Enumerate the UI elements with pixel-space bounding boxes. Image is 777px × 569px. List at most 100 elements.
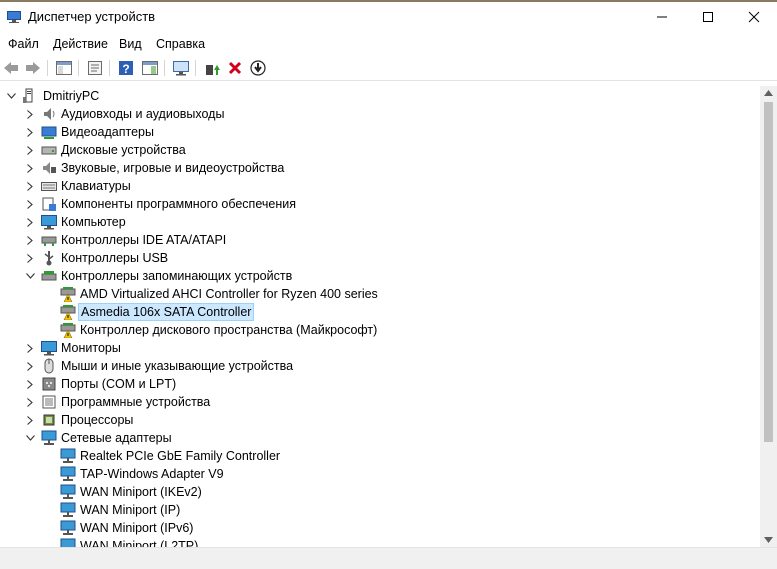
tree-item-label: Компьютер: [61, 215, 126, 229]
tree-device[interactable]: WAN Miniport (L2TP): [0, 537, 760, 547]
ide-controller-icon: [41, 236, 57, 246]
expand-chevron-icon[interactable]: [24, 141, 36, 159]
software-component-icon: [42, 197, 56, 211]
tree-item-label: Контроллер дискового пространства (Майкр…: [80, 323, 378, 337]
tree-category[interactable]: Сетевые адаптеры: [0, 429, 760, 447]
tree-item-label: WAN Miniport (IP): [80, 503, 181, 517]
expand-chevron-icon[interactable]: [24, 105, 36, 123]
menu-file[interactable]: Файл: [8, 37, 39, 51]
software-device-icon: [42, 395, 56, 409]
scan-hardware-button[interactable]: [172, 59, 190, 77]
expand-chevron-icon[interactable]: [24, 375, 36, 393]
expand-chevron-icon[interactable]: [24, 195, 36, 213]
expand-chevron-icon[interactable]: [24, 177, 36, 195]
back-button[interactable]: [2, 59, 20, 77]
toolbar-separator: [195, 60, 196, 76]
properties-icon: [88, 61, 102, 75]
tree-item-label: Компоненты программного обеспечения: [61, 197, 296, 211]
tree-category[interactable]: Клавиатуры: [0, 177, 760, 195]
network-adapter-icon: [60, 520, 76, 535]
window-title: Диспетчер устройств: [28, 9, 156, 24]
tree-category[interactable]: Видеоадаптеры: [0, 123, 760, 141]
toolbar-separator: [109, 60, 110, 76]
expand-chevron-icon[interactable]: [24, 357, 36, 375]
tree-category[interactable]: Контроллеры IDE ATA/ATAPI: [0, 231, 760, 249]
scroll-up-icon[interactable]: [764, 90, 773, 96]
tree-item-label: Дисковые устройства: [61, 143, 186, 157]
tree-device[interactable]: Контроллер дискового пространства (Майкр…: [0, 321, 760, 339]
uninstall-device-button[interactable]: [226, 59, 244, 77]
network-adapter-icon: [41, 430, 57, 445]
tree-root[interactable]: DmitriyPC: [0, 87, 760, 105]
tree-device[interactable]: Asmedia 106x SATA Controller: [0, 303, 760, 321]
network-adapter-icon: [60, 502, 76, 517]
collapse-chevron-icon[interactable]: [5, 87, 17, 105]
tree-category[interactable]: Контроллеры запоминающих устройств: [0, 267, 760, 285]
expand-chevron-icon[interactable]: [24, 123, 36, 141]
storage-controller-warning-icon: [60, 305, 76, 320]
tree-category[interactable]: Мониторы: [0, 339, 760, 357]
network-adapter-icon: [60, 538, 76, 547]
scroll-thumb[interactable]: [764, 102, 773, 442]
network-adapter-icon: [60, 484, 76, 499]
tree-item-label: Сетевые адаптеры: [61, 431, 172, 445]
mouse-icon: [44, 358, 54, 374]
expand-chevron-icon[interactable]: [24, 339, 36, 357]
action-pane-button[interactable]: [141, 59, 159, 77]
menu-view[interactable]: Вид: [119, 37, 142, 51]
tree-category[interactable]: Порты (COM и LPT): [0, 375, 760, 393]
tree-item-label: Программные устройства: [61, 395, 211, 409]
storage-controller-icon: [41, 271, 57, 281]
expand-chevron-icon[interactable]: [24, 213, 36, 231]
minimize-button[interactable]: [639, 0, 685, 34]
tree-item-label: Контроллеры USB: [61, 251, 169, 265]
maximize-icon: [703, 12, 713, 22]
collapse-chevron-icon[interactable]: [24, 429, 36, 447]
tree-category[interactable]: Мыши и иные указывающие устройства: [0, 357, 760, 375]
expand-chevron-icon[interactable]: [24, 411, 36, 429]
toolbar: ?: [0, 56, 777, 81]
minimize-icon: [657, 16, 667, 18]
expand-chevron-icon[interactable]: [24, 231, 36, 249]
tree-device[interactable]: WAN Miniport (IP): [0, 501, 760, 519]
expand-chevron-icon[interactable]: [24, 159, 36, 177]
tree-device[interactable]: Realtek PCIe GbE Family Controller: [0, 447, 760, 465]
menu-help[interactable]: Справка: [156, 37, 205, 51]
tree-category[interactable]: Программные устройства: [0, 393, 760, 411]
device-manager-app-icon: [7, 11, 21, 23]
forward-button[interactable]: [24, 59, 42, 77]
expand-chevron-icon[interactable]: [24, 249, 36, 267]
tree-item-label: Asmedia 106x SATA Controller: [78, 303, 255, 321]
tree-category[interactable]: Процессоры: [0, 411, 760, 429]
disable-device-button[interactable]: [249, 59, 267, 77]
close-button[interactable]: [731, 0, 777, 34]
update-driver-icon: [206, 65, 220, 75]
help-button[interactable]: ?: [117, 59, 135, 77]
tree-category[interactable]: Аудиовходы и аудиовыходы: [0, 105, 760, 123]
collapse-chevron-icon[interactable]: [24, 267, 36, 285]
scroll-down-icon[interactable]: [764, 537, 773, 543]
tree-category[interactable]: Звуковые, игровые и видеоустройства: [0, 159, 760, 177]
show-hide-tree-button[interactable]: [55, 59, 73, 77]
tree-category[interactable]: Контроллеры USB: [0, 249, 760, 267]
tree-category[interactable]: Компьютер: [0, 213, 760, 231]
tree-device[interactable]: WAN Miniport (IPv6): [0, 519, 760, 537]
tree-category[interactable]: Компоненты программного обеспечения: [0, 195, 760, 213]
properties-button[interactable]: [86, 59, 104, 77]
tree-item-label: Клавиатуры: [61, 179, 131, 193]
horizontal-scrollbar[interactable]: [0, 547, 777, 569]
menu-action[interactable]: Действие: [53, 37, 108, 51]
tree-device[interactable]: TAP-Windows Adapter V9: [0, 465, 760, 483]
tree-item-label: Видеоадаптеры: [61, 125, 154, 139]
expand-chevron-icon[interactable]: [24, 393, 36, 411]
tree-category[interactable]: Дисковые устройства: [0, 141, 760, 159]
title-bar[interactable]: Диспетчер устройств: [0, 0, 777, 34]
tree-device[interactable]: WAN Miniport (IKEv2): [0, 483, 760, 501]
vertical-scrollbar[interactable]: [760, 86, 777, 547]
tree-device[interactable]: AMD Virtualized AHCI Controller for Ryze…: [0, 285, 760, 303]
maximize-button[interactable]: [685, 0, 731, 34]
tree-item-label: WAN Miniport (IPv6): [80, 521, 194, 535]
tree-item-label: Порты (COM и LPT): [61, 377, 177, 391]
uninstall-device-icon: [228, 61, 242, 75]
update-driver-button[interactable]: [203, 59, 221, 77]
